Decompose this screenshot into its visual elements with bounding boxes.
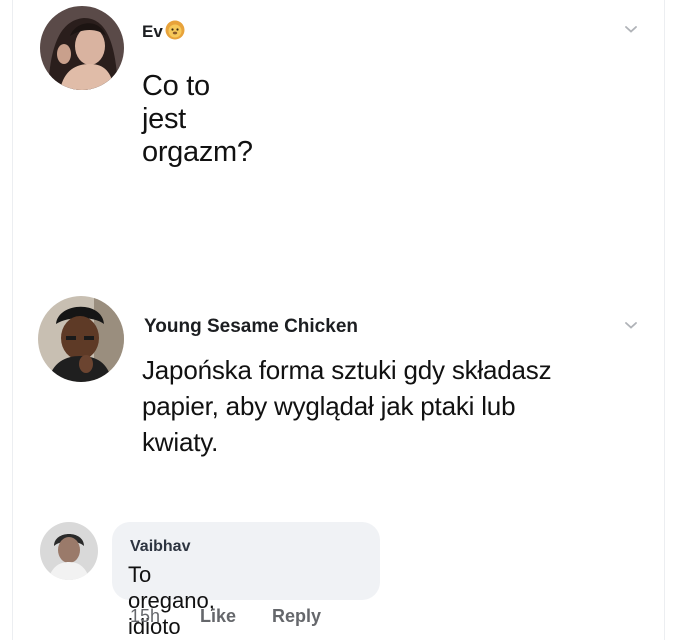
avatar-photo xyxy=(40,6,124,90)
reply-button[interactable]: Reply xyxy=(272,606,321,627)
avatar[interactable] xyxy=(40,522,98,580)
comment-text: To oregano, idioto xyxy=(128,562,215,639)
chevron-down-icon[interactable] xyxy=(624,24,638,34)
avatar[interactable] xyxy=(38,296,124,382)
left-border xyxy=(12,0,13,640)
author-name-text[interactable]: Ev xyxy=(142,22,163,41)
like-button[interactable]: Like xyxy=(200,606,236,627)
author-name[interactable]: Vaibhav xyxy=(130,538,190,556)
author-name[interactable]: Ev xyxy=(142,20,185,45)
avatar-photo xyxy=(38,296,124,382)
timestamp[interactable]: 15h xyxy=(130,606,160,627)
right-border xyxy=(664,0,665,640)
post-text: Co to jest orgazm? xyxy=(142,70,253,168)
author-name[interactable]: Young Sesame Chicken xyxy=(144,316,358,338)
post-text: Japońska forma sztuki gdy składasz papie… xyxy=(142,355,552,457)
avatar-photo xyxy=(40,522,98,580)
avatar[interactable] xyxy=(40,6,124,90)
lion-face-icon xyxy=(165,20,185,45)
chevron-down-icon[interactable] xyxy=(624,320,638,330)
